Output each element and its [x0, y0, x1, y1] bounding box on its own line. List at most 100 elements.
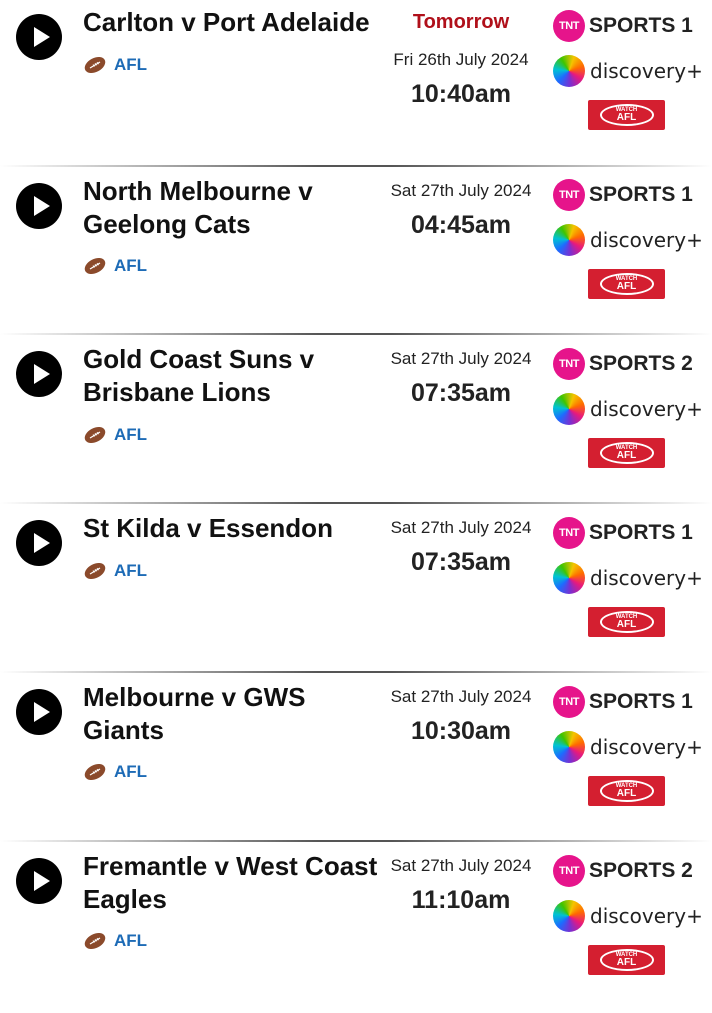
- sport-tag: AFL: [82, 425, 147, 445]
- stream-label: discovery+: [590, 397, 703, 421]
- tnt-channel: SPORTS 1: [589, 521, 693, 544]
- watch-afl-logo: WATCH AFL: [588, 776, 665, 806]
- schedule: Tomorrow Fri 26th July 2024 10:40am: [378, 10, 544, 109]
- sport-label: AFL: [114, 55, 148, 74]
- discovery-plus-logo: discovery+: [553, 730, 705, 764]
- match-time: 10:30am: [410, 717, 512, 745]
- divider: [0, 502, 712, 504]
- play-icon[interactable]: [16, 14, 62, 60]
- broadcasters: TNT SPORTS 1 discovery+ WATCH AFL: [553, 517, 705, 637]
- match-time: 10:40am: [410, 80, 512, 108]
- match-title[interactable]: Gold Coast Suns v Brisbane Lions: [83, 343, 383, 409]
- schedule: Sat 27th July 2024 10:30am: [378, 686, 544, 746]
- play-icon[interactable]: [16, 689, 62, 735]
- tnt-icon: TNT: [553, 10, 585, 42]
- discovery-plus-logo: discovery+: [553, 561, 705, 595]
- play-icon[interactable]: [16, 520, 62, 566]
- broadcasters: TNT SPORTS 1 discovery+ WATCH AFL: [553, 686, 705, 806]
- tnt-sports-logo: TNT SPORTS 1: [553, 686, 705, 718]
- match-date: Sat 27th July 2024: [390, 181, 532, 200]
- match-time: 07:35am: [410, 548, 512, 576]
- football-icon: [84, 56, 106, 74]
- fixture-row[interactable]: St Kilda v Essendon AFL Sat 27th July 20…: [0, 507, 712, 675]
- fixture-row[interactable]: Carlton v Port Adelaide AFL Tomorrow Fri…: [0, 0, 712, 168]
- watch-afl-logo: WATCH AFL: [588, 607, 665, 637]
- fixture-row[interactable]: Melbourne v GWS Giants AFL Sat 27th July…: [0, 676, 712, 844]
- football-icon: [84, 932, 106, 950]
- play-icon[interactable]: [16, 351, 62, 397]
- schedule: Sat 27th July 2024 07:35am: [378, 517, 544, 577]
- tnt-sports-logo: TNT SPORTS 1: [553, 179, 705, 211]
- tnt-channel: SPORTS 2: [589, 352, 693, 375]
- sport-tag: AFL: [82, 55, 147, 75]
- stream-label: discovery+: [590, 59, 703, 83]
- match-time: 11:10am: [411, 886, 511, 914]
- divider: [0, 671, 712, 673]
- match-time: 07:35am: [410, 379, 512, 407]
- match-title[interactable]: St Kilda v Essendon: [83, 512, 383, 545]
- discovery-icon: [553, 731, 585, 763]
- match-date: Sat 27th July 2024: [390, 349, 532, 368]
- day-label: Tomorrow: [412, 11, 510, 33]
- sport-tag: AFL: [82, 931, 147, 951]
- tnt-channel: SPORTS 1: [589, 14, 693, 37]
- sport-label: AFL: [114, 561, 148, 580]
- sport-label: AFL: [114, 256, 148, 275]
- sport-tag: AFL: [82, 256, 147, 276]
- stream-label: discovery+: [590, 904, 703, 928]
- stream-label: discovery+: [590, 735, 703, 759]
- tnt-sports-logo: TNT SPORTS 1: [553, 10, 705, 42]
- broadcasters: TNT SPORTS 1 discovery+ WATCH AFL: [553, 179, 705, 299]
- fixture-row[interactable]: Gold Coast Suns v Brisbane Lions AFL Sat…: [0, 338, 712, 506]
- watch-afl-logo: WATCH AFL: [588, 269, 665, 299]
- tnt-icon: TNT: [553, 517, 585, 549]
- schedule: Sat 27th July 2024 04:45am: [378, 180, 544, 240]
- discovery-plus-logo: discovery+: [553, 392, 705, 426]
- tnt-sports-logo: TNT SPORTS 2: [553, 855, 705, 887]
- match-title[interactable]: Fremantle v West Coast Eagles: [83, 850, 383, 916]
- match-time: 04:45am: [410, 211, 512, 239]
- match-date: Sat 27th July 2024: [390, 518, 532, 537]
- match-date: Sat 27th July 2024: [390, 687, 532, 706]
- discovery-icon: [553, 224, 585, 256]
- football-icon: [84, 763, 106, 781]
- play-icon[interactable]: [16, 183, 62, 229]
- broadcasters: TNT SPORTS 1 discovery+ WATCH AFL: [553, 10, 705, 130]
- sport-tag: AFL: [82, 762, 147, 782]
- discovery-plus-logo: discovery+: [553, 899, 705, 933]
- stream-label: discovery+: [590, 228, 703, 252]
- watch-afl-logo: WATCH AFL: [588, 100, 665, 130]
- sport-label: AFL: [114, 931, 148, 950]
- tnt-icon: TNT: [553, 855, 585, 887]
- football-icon: [84, 562, 106, 580]
- tnt-channel: SPORTS 2: [589, 859, 693, 882]
- discovery-plus-logo: discovery+: [553, 54, 705, 88]
- tnt-icon: TNT: [553, 348, 585, 380]
- broadcasters: TNT SPORTS 2 discovery+ WATCH AFL: [553, 855, 705, 975]
- match-title[interactable]: North Melbourne v Geelong Cats: [83, 175, 383, 241]
- fixture-row[interactable]: Fremantle v West Coast Eagles AFL Sat 27…: [0, 845, 712, 1013]
- divider: [0, 840, 712, 842]
- football-icon: [84, 257, 106, 275]
- match-title[interactable]: Melbourne v GWS Giants: [83, 681, 383, 747]
- tnt-channel: SPORTS 1: [589, 690, 693, 713]
- sport-tag: AFL: [82, 561, 147, 581]
- divider: [0, 165, 712, 167]
- tnt-icon: TNT: [553, 179, 585, 211]
- broadcasters: TNT SPORTS 2 discovery+ WATCH AFL: [553, 348, 705, 468]
- watch-afl-logo: WATCH AFL: [588, 945, 665, 975]
- sport-label: AFL: [114, 762, 148, 781]
- schedule: Sat 27th July 2024 07:35am: [378, 348, 544, 408]
- schedule: Sat 27th July 2024 11:10am: [378, 855, 544, 915]
- tnt-icon: TNT: [553, 686, 585, 718]
- fixture-row[interactable]: North Melbourne v Geelong Cats AFL Sat 2…: [0, 169, 712, 337]
- match-date: Fri 26th July 2024: [393, 50, 529, 69]
- discovery-icon: [553, 900, 585, 932]
- play-icon[interactable]: [16, 858, 62, 904]
- football-icon: [84, 426, 106, 444]
- discovery-icon: [553, 55, 585, 87]
- discovery-icon: [553, 562, 585, 594]
- match-date: Sat 27th July 2024: [390, 856, 532, 875]
- discovery-plus-logo: discovery+: [553, 223, 705, 257]
- match-title[interactable]: Carlton v Port Adelaide: [83, 6, 383, 39]
